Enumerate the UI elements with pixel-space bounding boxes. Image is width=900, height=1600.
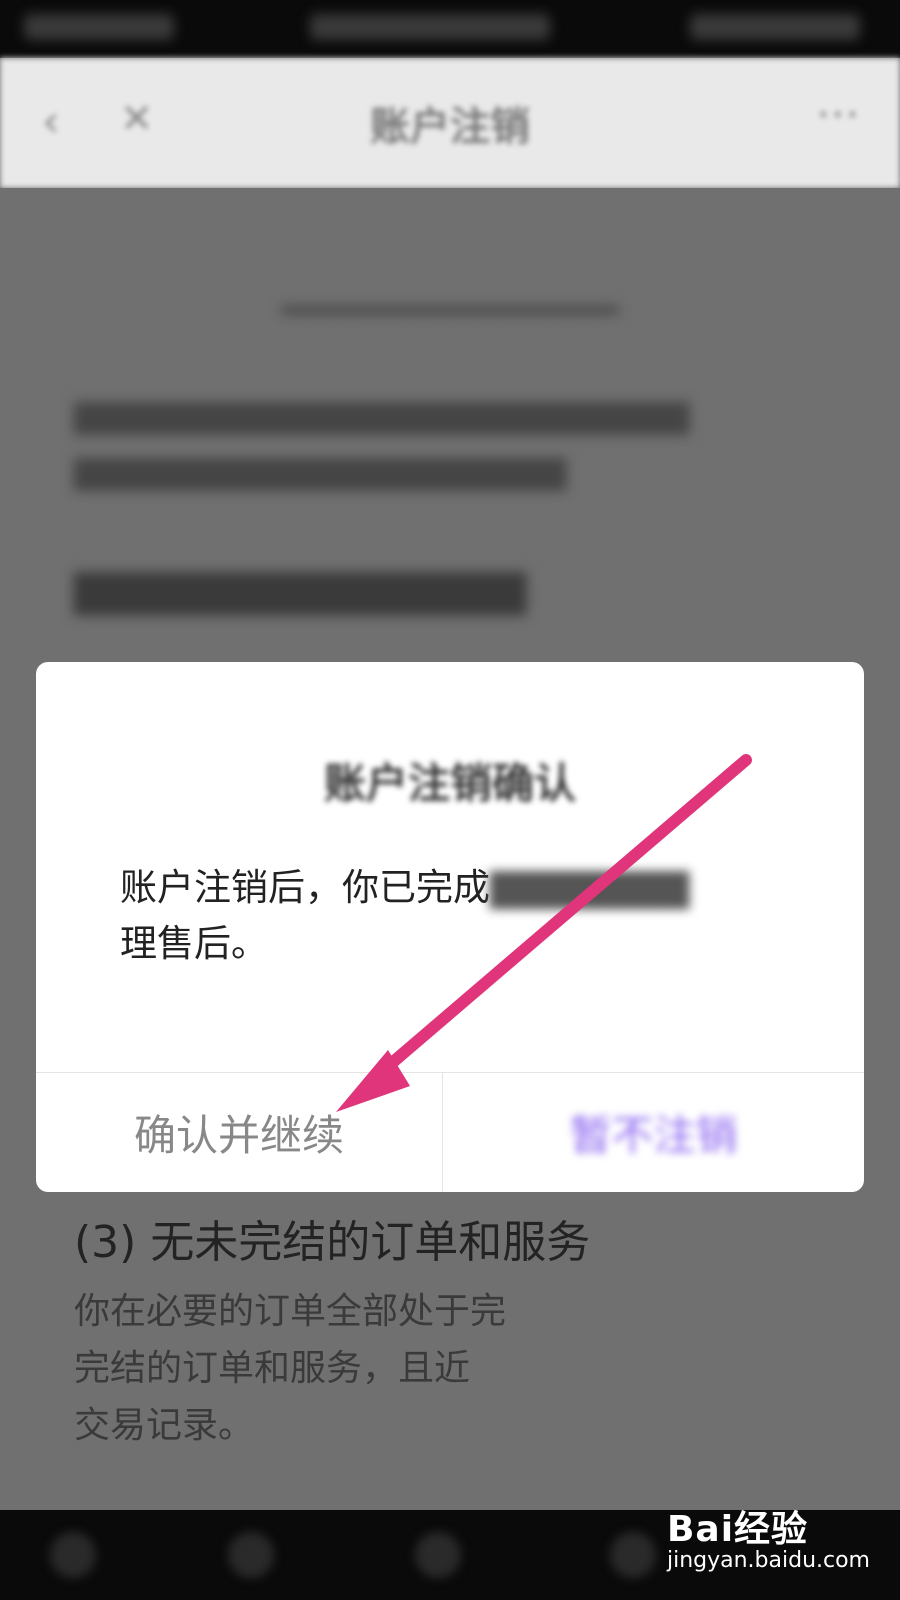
- baidu-jingyan-watermark: Bai经验 jingyan.baidu.com: [667, 1500, 870, 1573]
- confirm-dialog: 账户注销确认 账户注销后，你已完成▇▇▇▇▇▇▇ 理售后。 确认并继续 暂不注销: [36, 662, 864, 1192]
- blurred-paragraph: ▇▇▇▇▇▇▇▇▇▇▇▇▇▇▇▇▇▇▇▇▇▇▇▇▇ ▇▇▇▇▇▇▇▇▇▇▇▇▇▇▇…: [74, 397, 690, 491]
- blurred-heading: ━━━━━━━━━━━━━━: [281, 288, 619, 334]
- app-bar: ‹ ✕ 账户注销 ⋯: [0, 58, 900, 188]
- dialog-message: 账户注销后，你已完成▇▇▇▇▇▇▇ 理售后。: [120, 866, 690, 965]
- nav-down-icon[interactable]: [50, 1532, 96, 1578]
- status-info: [310, 14, 550, 40]
- nav-recent-icon[interactable]: [610, 1532, 656, 1578]
- blurred-text: ▇▇▇▇▇▇▇: [490, 866, 690, 909]
- section-title: (3) 无未完结的订单和服务: [74, 1217, 591, 1268]
- cancel-button[interactable]: 暂不注销: [443, 1073, 864, 1192]
- nav-back-icon[interactable]: [228, 1532, 274, 1578]
- dialog-title: 账户注销确认: [323, 759, 576, 808]
- page-title: 账户注销: [370, 104, 530, 150]
- nav-home-icon[interactable]: [415, 1532, 461, 1578]
- section-body: 你在必要的订单全部处于完 完结的订单和服务，且近 交易记录。: [74, 1291, 507, 1446]
- carrier-text: [24, 14, 174, 40]
- status-bar: [0, 0, 900, 58]
- watermark-logo: Bai经验: [666, 1509, 809, 1550]
- blurred-section-title: ▇▇▇▇▇▇▇▇▇▇▇▇▇▇: [74, 566, 527, 615]
- confirm-continue-button[interactable]: 确认并继续: [36, 1073, 442, 1192]
- more-icon[interactable]: ⋯: [816, 88, 860, 139]
- battery-indicator: [690, 14, 860, 40]
- watermark-url: jingyan.baidu.com: [666, 1548, 870, 1573]
